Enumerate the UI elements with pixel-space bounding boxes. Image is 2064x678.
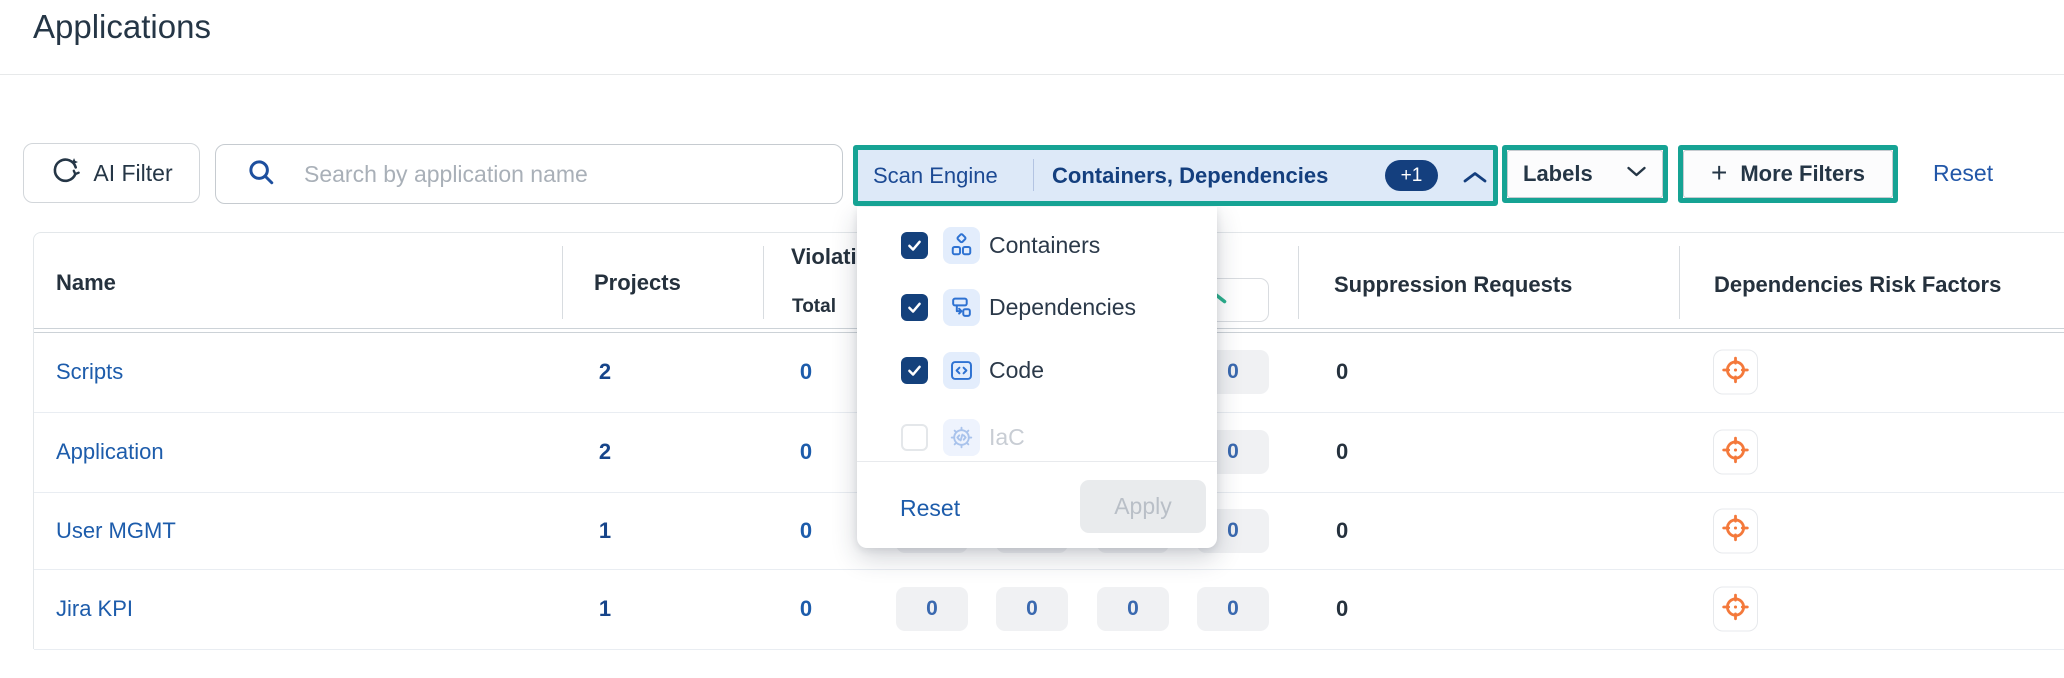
scan-engine-overflow-badge: +1 (1385, 160, 1438, 191)
scan-engine-option-dependencies[interactable]: Dependencies (857, 281, 1217, 333)
column-header-projects[interactable]: Projects (594, 270, 681, 296)
suppression-requests-count: 0 (1336, 596, 1348, 622)
scan-engine-option-code[interactable]: Code (857, 344, 1217, 396)
checkbox-checked[interactable] (901, 232, 928, 259)
suppression-requests-count: 0 (1336, 359, 1348, 385)
search-icon (246, 157, 276, 192)
labels-filter-highlight: Labels (1502, 145, 1668, 203)
column-header-dependencies-risk-factors[interactable]: Dependencies Risk Factors (1714, 272, 2001, 298)
ai-filter-label: AI Filter (93, 160, 172, 187)
dropdown-apply-button[interactable]: Apply (1080, 480, 1206, 533)
violations-total-count: 0 (746, 359, 866, 385)
scan-engine-dropdown-panel: Containers Dependencies Code IaC Reset Appl… (857, 207, 1217, 548)
scan-engine-option-label: Containers (989, 232, 1100, 259)
column-header-name[interactable]: Name (56, 270, 116, 296)
dependencies-risk-factor-button[interactable] (1713, 587, 1758, 632)
scan-engine-option-label: IaC (989, 424, 1025, 451)
dropdown-divider (857, 461, 1217, 462)
projects-count: 1 (512, 518, 698, 544)
checkbox-checked[interactable] (901, 294, 928, 321)
chevron-down-icon (1626, 165, 1647, 183)
scan-engine-filter-button[interactable]: Scan Engine Containers, Dependencies +1 (858, 150, 1493, 201)
ai-filter-button[interactable]: AI Filter (23, 143, 200, 203)
severity-count-chip: 0 (896, 587, 968, 631)
iac-icon (943, 419, 980, 456)
suppression-requests-count: 0 (1336, 439, 1348, 465)
checkbox-checked[interactable] (901, 357, 928, 384)
application-name-link[interactable]: Jira KPI (56, 596, 133, 622)
column-divider (562, 246, 563, 319)
scan-engine-selected-values: Containers, Dependencies (1052, 163, 1328, 189)
dependencies-icon (943, 289, 980, 326)
applications-page: Applications AI Filter Search by applica… (0, 0, 2064, 678)
labels-label: Labels (1523, 161, 1593, 187)
suppression-requests-count: 0 (1336, 518, 1348, 544)
ai-sparkle-refresh-icon (50, 155, 81, 191)
projects-count: 2 (512, 439, 698, 465)
filters-reset-link[interactable]: Reset (1933, 160, 1993, 187)
column-divider (1298, 246, 1299, 319)
violations-total-count: 0 (746, 439, 866, 465)
dependencies-risk-factor-button[interactable] (1713, 350, 1758, 395)
page-title: Applications (33, 8, 211, 46)
dependencies-risk-factor-button[interactable] (1713, 508, 1758, 553)
scan-engine-option-containers[interactable]: Containers (857, 219, 1217, 271)
target-icon (1721, 514, 1750, 548)
table-row: Jira KPI1000000 (34, 569, 2064, 650)
scan-engine-option-iac: IaC (857, 411, 1217, 463)
dependencies-risk-factor-button[interactable] (1713, 430, 1758, 475)
scan-engine-option-label: Dependencies (989, 294, 1136, 321)
code-icon (943, 352, 980, 389)
scan-engine-filter-highlight: Scan Engine Containers, Dependencies +1 (853, 145, 1498, 206)
chevron-up-icon (1461, 170, 1489, 190)
scan-engine-option-label: Code (989, 357, 1044, 384)
column-divider (1679, 246, 1680, 319)
scan-engine-label: Scan Engine (873, 163, 998, 189)
search-input[interactable]: Search by application name (215, 144, 843, 204)
projects-count: 1 (512, 596, 698, 622)
dropdown-reset-link[interactable]: Reset (900, 495, 960, 522)
application-name-link[interactable]: Application (56, 439, 164, 465)
labels-filter-button[interactable]: Labels (1507, 150, 1663, 198)
severity-count-chip: 0 (1097, 587, 1169, 631)
target-icon (1721, 355, 1750, 389)
column-header-suppression-requests[interactable]: Suppression Requests (1334, 272, 1572, 298)
target-icon (1721, 592, 1750, 626)
containers-icon (943, 227, 980, 264)
checkbox-unchecked (901, 424, 928, 451)
violations-total-count: 0 (746, 596, 866, 622)
target-icon (1721, 435, 1750, 469)
severity-count-chip: 0 (1197, 587, 1269, 631)
plus-icon: + (1711, 159, 1727, 187)
header-divider (0, 74, 2064, 75)
more-filters-button[interactable]: + More Filters (1683, 150, 1893, 198)
severity-count-chip: 0 (996, 587, 1068, 631)
scan-engine-divider (1033, 159, 1034, 191)
violations-total-count: 0 (746, 518, 866, 544)
application-name-link[interactable]: User MGMT (56, 518, 176, 544)
search-placeholder: Search by application name (304, 161, 588, 188)
application-name-link[interactable]: Scripts (56, 359, 123, 385)
more-filters-label: More Filters (1740, 161, 1865, 187)
more-filters-highlight: + More Filters (1678, 145, 1898, 203)
projects-count: 2 (512, 359, 698, 385)
column-divider (763, 246, 764, 319)
column-subheader-total[interactable]: Total (792, 296, 836, 318)
